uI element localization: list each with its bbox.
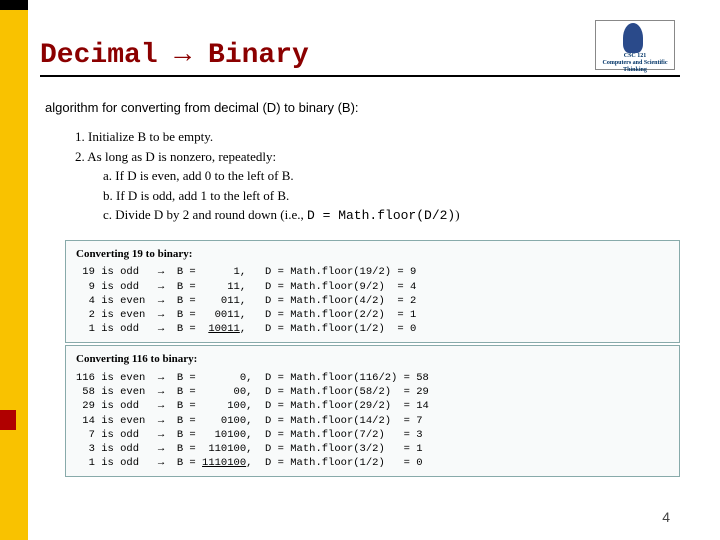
ex19-r4b: , D = Math.floor(1/2) = 0 (240, 323, 416, 335)
step1-text: Initialize B to be empty. (88, 129, 213, 144)
step-c-post: ) (455, 207, 459, 222)
accent-sidebar (0, 0, 28, 540)
example-116-title: Converting 116 to binary: (76, 352, 669, 367)
ex19-r2: 4 is even → B = 011, D = Math.floor(4/2)… (76, 295, 416, 307)
content: algorithm for converting from decimal (D… (45, 100, 680, 479)
step2-text: As long as D is nonzero, repeatedly: (87, 149, 276, 164)
algorithm-list: 1. Initialize B to be empty. 2. As long … (75, 127, 680, 226)
ex19-r3: 2 is even → B = 0011, D = Math.floor(2/2… (76, 309, 416, 321)
ex116-r4: 7 is odd → B = 10100, D = Math.floor(7/2… (76, 429, 423, 441)
example-boxes: Converting 19 to binary: 19 is odd → B =… (65, 240, 680, 478)
step-c-num: c. (103, 207, 112, 222)
ex116-r2: 29 is odd → B = 100, D = Math.floor(29/2… (76, 400, 429, 412)
ex19-r1: 9 is odd → B = 11, D = Math.floor(9/2) =… (76, 281, 416, 293)
example-19: Converting 19 to binary: 19 is odd → B =… (65, 240, 680, 344)
step-a-text: If D is even, add 0 to the left of B. (115, 168, 293, 183)
step-c-code: D = Math.floor(D/2) (307, 208, 455, 223)
header: Decimal → Binary (40, 40, 680, 77)
step1-num: 1. (75, 129, 85, 144)
step-c-pre: Divide D by 2 and round down (i.e., (115, 207, 307, 222)
ex116-r5: 3 is odd → B = 110100, D = Math.floor(3/… (76, 443, 423, 455)
ex116-r6b: , D = Math.floor(1/2) = 0 (246, 457, 422, 469)
step-b-num: b. (103, 188, 113, 203)
ex116-r3: 14 is even → B = 0100, D = Math.floor(14… (76, 415, 423, 427)
ex116-result: 1110100 (202, 457, 246, 469)
page-number: 4 (662, 509, 670, 525)
example-116: Converting 116 to binary: 116 is even → B… (65, 345, 680, 477)
step-b-text: If D is odd, add 1 to the left of B. (116, 188, 289, 203)
intro-text: algorithm for converting from decimal (D… (45, 100, 680, 115)
ex19-r0: 19 is odd → B = 1, D = Math.floor(19/2) … (76, 266, 416, 278)
slide-title: Decimal → Binary (40, 40, 680, 77)
ex116-r6a: 1 is odd → B = (76, 457, 202, 469)
step2-num: 2. (75, 149, 85, 164)
ex19-r4a: 1 is odd → B = (76, 323, 208, 335)
ex116-r1: 58 is even → B = 00, D = Math.floor(58/2… (76, 386, 429, 398)
ex19-result: 10011 (208, 323, 240, 335)
step-a-num: a. (103, 168, 112, 183)
example-19-title: Converting 19 to binary: (76, 247, 669, 262)
ex116-r0: 116 is even → B = 0, D = Math.floor(116/… (76, 372, 429, 384)
